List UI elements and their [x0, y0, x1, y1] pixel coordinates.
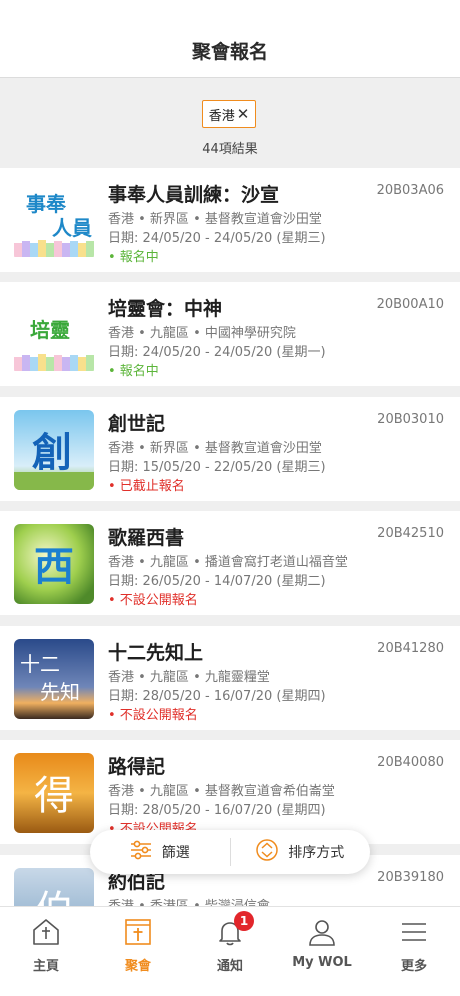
event-thumbnail: 伯: [14, 868, 94, 906]
event-status: • 已截止報名: [108, 479, 185, 494]
filter-sort-bar: 篩選 排序方式: [90, 830, 370, 874]
header-bar: 聚會報名: [0, 0, 460, 78]
event-date: 日期: 28/05/20 - 16/07/20 (星期四): [108, 689, 326, 704]
event-status: • 不設公開報名: [108, 708, 198, 723]
event-location: 香港 • 香港區 • 柴灣浸信會: [108, 895, 270, 906]
event-card[interactable]: 得 路得記 20B40080 香港 • 九龍區 • 基督教宣道會希伯崙堂 日期:…: [0, 740, 460, 844]
event-thumbnail: 西: [14, 524, 94, 604]
event-date: 日期: 15/05/20 - 22/05/20 (星期三): [108, 460, 326, 475]
event-location: 香港 • 九龍區 • 基督教宣道會希伯崙堂: [108, 784, 335, 799]
event-card[interactable]: 十二 先知 十二先知上 20B41280 香港 • 九龍區 • 九龍靈糧堂 日期…: [0, 626, 460, 730]
event-code: 20B39180: [377, 870, 444, 885]
page-title: 聚會報名: [191, 41, 268, 63]
event-title: 創世記: [108, 413, 166, 435]
thumb-text: 事奉: [26, 192, 67, 216]
event-card[interactable]: 事奉 人員 事奉人員訓練：沙宣 20B03A06 香港 • 新界區 • 基督教宣…: [0, 168, 460, 272]
result-count: 44項結果: [202, 142, 258, 157]
event-title: 歌羅西書: [108, 527, 185, 549]
event-date: 日期: 24/05/20 - 24/05/20 (星期三): [108, 231, 326, 246]
tab-label: My WOL: [292, 955, 352, 970]
event-thumbnail: 培靈: [14, 295, 94, 375]
thumb-text: 人員: [52, 216, 92, 240]
event-card[interactable]: 創 創世記 20B03010 香港 • 新界區 • 基督教宣道會沙田堂 日期: …: [0, 397, 460, 501]
event-date: 日期: 24/05/20 - 24/05/20 (星期一): [108, 345, 326, 360]
close-icon[interactable]: ✕: [237, 105, 250, 123]
thumb-text: 得: [34, 773, 74, 819]
filter-chip-label: 香港: [208, 108, 235, 124]
event-location: 香港 • 新界區 • 基督教宣道會沙田堂: [108, 441, 322, 456]
tab-home[interactable]: 主頁: [0, 907, 92, 996]
notification-badge: 1: [234, 911, 254, 931]
event-title: 十二先知上: [108, 642, 204, 664]
filter-button[interactable]: 篩選: [90, 830, 230, 874]
event-code: 20B41280: [377, 641, 444, 656]
thumb-text: 培靈: [30, 318, 70, 342]
event-location: 香港 • 九龍區 • 播道會窩打老道山福音堂: [108, 555, 348, 570]
event-status: • 報名中: [108, 364, 159, 379]
event-thumbnail: 創: [14, 410, 94, 490]
event-code: 20B40080: [377, 755, 444, 770]
event-thumbnail: 十二 先知: [14, 639, 94, 719]
event-card[interactable]: 培靈 培靈會：中神 20B00A10 香港 • 九龍區 • 中國神學研究院 日期…: [0, 282, 460, 386]
filter-label: 篩選: [161, 845, 190, 861]
filter-chip-hongkong[interactable]: 香港 ✕: [202, 100, 256, 128]
sort-icon: [256, 839, 278, 865]
event-code: 20B42510: [377, 526, 444, 541]
event-thumbnail: 得: [14, 753, 94, 833]
event-list: 事奉 人員 事奉人員訓練：沙宣 20B03A06 香港 • 新界區 • 基督教宣…: [0, 168, 460, 906]
event-code: 20B03010: [377, 412, 444, 427]
tab-notifications[interactable]: 1 通知: [184, 907, 276, 996]
event-status: • 報名中: [108, 250, 159, 265]
event-card[interactable]: 西 歌羅西書 20B42510 香港 • 九龍區 • 播道會窩打老道山福音堂 日…: [0, 511, 460, 615]
menu-icon: [399, 917, 429, 951]
event-location: 香港 • 新界區 • 基督教宣道會沙田堂: [108, 212, 322, 227]
bible-cross-icon: [123, 917, 153, 951]
event-date: 日期: 28/05/20 - 16/07/20 (星期四): [108, 803, 326, 818]
event-location: 香港 • 九龍區 • 中國神學研究院: [108, 326, 296, 341]
event-status: • 不設公開報名: [108, 593, 198, 608]
event-code: 20B03A06: [376, 183, 444, 198]
sliders-icon: [130, 840, 152, 864]
event-location: 香港 • 九龍區 • 九龍靈糧堂: [108, 670, 270, 685]
thumb-text: 伯: [34, 888, 74, 906]
thumb-text: 十二: [20, 652, 60, 676]
tab-label: 聚會: [124, 959, 151, 974]
tab-events[interactable]: 聚會: [92, 907, 184, 996]
event-title: 路得記: [108, 756, 166, 778]
sort-label: 排序方式: [288, 845, 345, 861]
tab-label: 更多: [400, 959, 427, 974]
church-home-icon: [31, 917, 61, 951]
sort-button[interactable]: 排序方式: [231, 830, 371, 874]
thumb-text: 創: [32, 430, 72, 476]
tab-label: 主頁: [32, 959, 59, 974]
tab-label: 通知: [216, 959, 243, 974]
thumb-text: 西: [34, 544, 74, 590]
user-icon: [307, 917, 337, 951]
tab-more[interactable]: 更多: [368, 907, 460, 996]
event-title: 培靈會：中神: [108, 298, 223, 320]
event-thumbnail: 事奉 人員: [14, 181, 94, 261]
event-code: 20B00A10: [376, 297, 444, 312]
event-date: 日期: 26/05/20 - 14/07/20 (星期二): [108, 574, 326, 589]
tab-mywol[interactable]: My WOL: [276, 907, 368, 996]
thumb-text: 先知: [40, 680, 80, 704]
event-title: 事奉人員訓練：沙宣: [108, 184, 280, 206]
bottom-tab-bar: 主頁 聚會 1 通知 My WOL 更多: [0, 906, 460, 996]
